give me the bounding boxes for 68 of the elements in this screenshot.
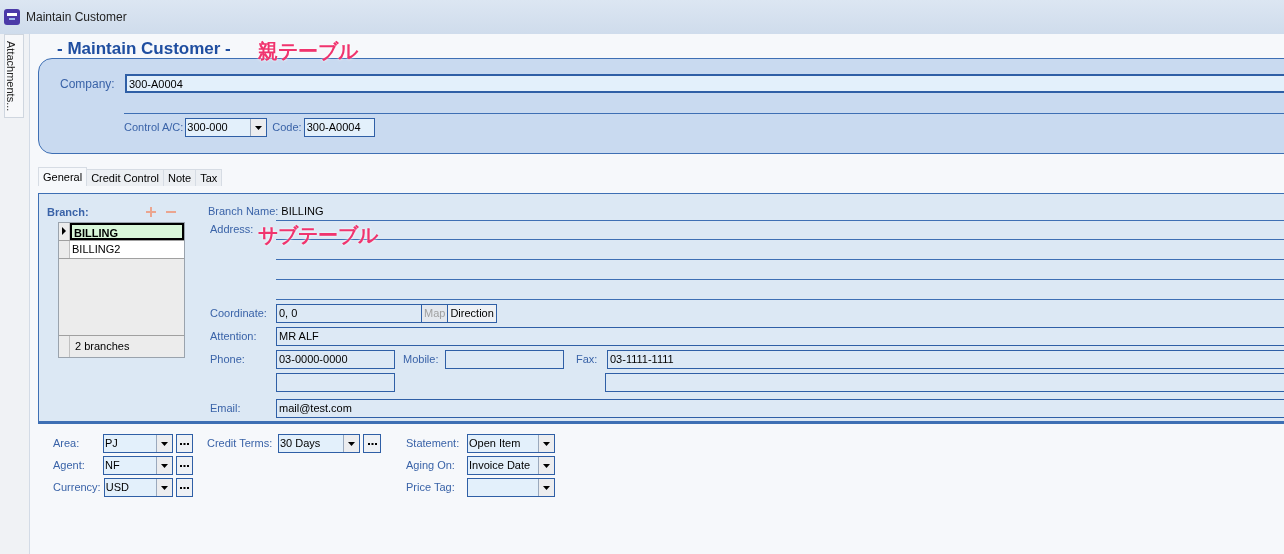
app-icon: [4, 9, 20, 25]
code-field[interactable]: 300-A0004: [303, 118, 375, 137]
lookup-button[interactable]: [175, 434, 193, 453]
dropdown-field[interactable]: Invoice Date: [467, 456, 555, 475]
field-label: Address:: [210, 223, 254, 235]
attachments-tab[interactable]: Attachments...: [4, 34, 24, 118]
email-field[interactable]: mail@test.com: [276, 399, 1284, 418]
caret-icon: [160, 463, 168, 468]
ellipsis-icon: [179, 464, 189, 467]
caret-icon: [543, 441, 550, 446]
branch-name-value: BILLING: [281, 203, 324, 219]
branch-row[interactable]: BILLING: [70, 222, 184, 240]
lookup-button[interactable]: [175, 478, 193, 497]
caret-icon: [348, 441, 355, 446]
form-title: - Maintain Customer -: [57, 38, 231, 58]
field-label: Credit Terms:: [207, 436, 274, 452]
lookup-button[interactable]: [175, 456, 193, 475]
attention-field[interactable]: MR ALF: [276, 327, 1284, 346]
phone-field[interactable]: 03-0000-0000: [276, 350, 395, 369]
dropdown-field[interactable]: PJ: [103, 434, 173, 453]
tab[interactable]: General: [38, 167, 88, 186]
field-label: Aging On:: [406, 458, 456, 474]
direction-button[interactable]: Direction: [447, 304, 497, 323]
field-label: Company:: [60, 75, 116, 93]
fax-field[interactable]: 03-1111-1111: [607, 350, 1284, 369]
ellipsis-icon: [367, 442, 377, 445]
tab[interactable]: Tax: [196, 169, 223, 186]
field-label: Code:: [272, 120, 302, 136]
address-field[interactable]: [276, 220, 1284, 300]
phone-field[interactable]: [276, 373, 395, 392]
ellipsis-icon: [179, 486, 189, 489]
caret-icon: [543, 485, 550, 490]
field-label: Agent:: [53, 458, 86, 474]
window-title: Maintain Customer: [26, 9, 127, 26]
caret-icon: [160, 485, 168, 490]
caret-icon: [255, 125, 263, 130]
field-label: Email:: [210, 401, 242, 417]
company-field[interactable]: 300-A0004: [125, 74, 1284, 93]
dropdown-field[interactable]: NF: [103, 456, 173, 475]
tab[interactable]: Credit Control: [87, 169, 164, 186]
field-label: Area:: [53, 436, 81, 452]
branch-count: 2 branches: [74, 338, 131, 354]
dropdown-field[interactable]: 30 Days: [278, 434, 360, 453]
field-label: Price Tag:: [406, 480, 456, 496]
dropdown-field[interactable]: [467, 478, 555, 497]
caret-icon: [160, 441, 168, 446]
caret-icon: [543, 463, 550, 468]
tab[interactable]: Note: [164, 169, 197, 186]
field-label: Fax:: [576, 352, 599, 368]
coordinate-field[interactable]: 0, 0: [276, 304, 421, 323]
dropdown-field[interactable]: 300-000: [185, 118, 268, 137]
field-label: Control A/C:: [124, 120, 184, 136]
field-label: Mobile:: [403, 352, 440, 368]
field-label: Currency:: [53, 480, 101, 496]
field-label: Attention:: [210, 329, 258, 345]
ellipsis-icon: [179, 442, 189, 445]
row-selector[interactable]: [59, 222, 70, 240]
annotation-label: 親テーブル: [258, 39, 358, 64]
field-label: Coordinate:: [210, 306, 268, 322]
field-label: Branch Name:: [208, 203, 280, 219]
dropdown-field[interactable]: USD: [103, 478, 173, 497]
branch-label: Branch:: [47, 205, 90, 220]
fax-field[interactable]: [605, 373, 1284, 392]
field-label: Statement:: [406, 436, 461, 452]
mobile-field[interactable]: [445, 350, 564, 369]
lookup-button[interactable]: [363, 434, 381, 453]
field-label: Phone:: [210, 352, 246, 368]
dropdown-field[interactable]: Open Item: [467, 434, 555, 453]
